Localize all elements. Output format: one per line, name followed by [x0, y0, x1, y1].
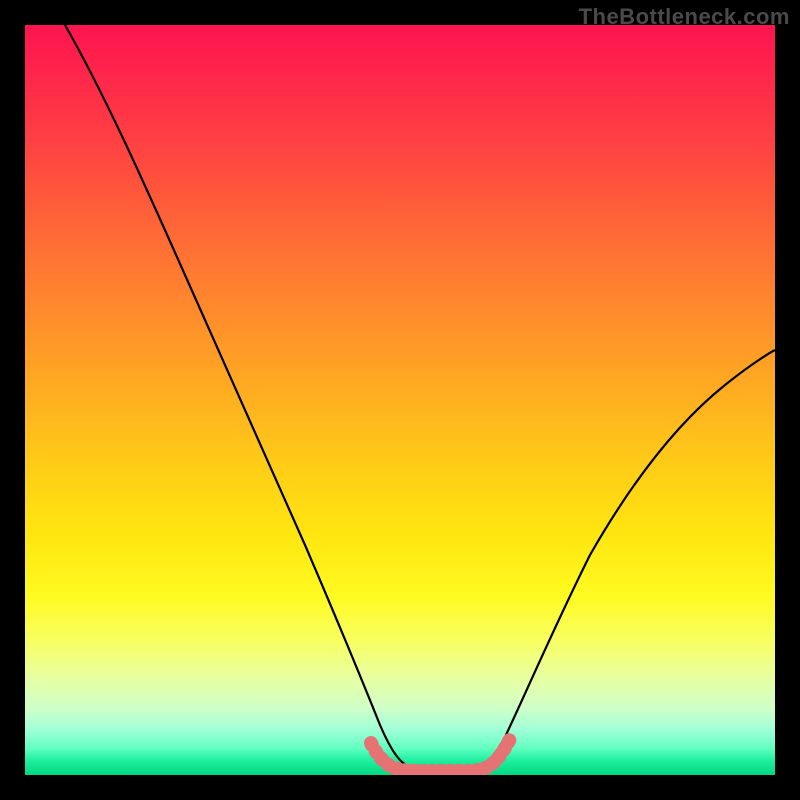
chart-svg — [25, 25, 775, 775]
main-curve-path — [65, 25, 775, 767]
watermark-text: TheBottleneck.com — [579, 4, 790, 30]
highlight-band-path — [371, 737, 511, 771]
chart-area — [25, 25, 775, 775]
